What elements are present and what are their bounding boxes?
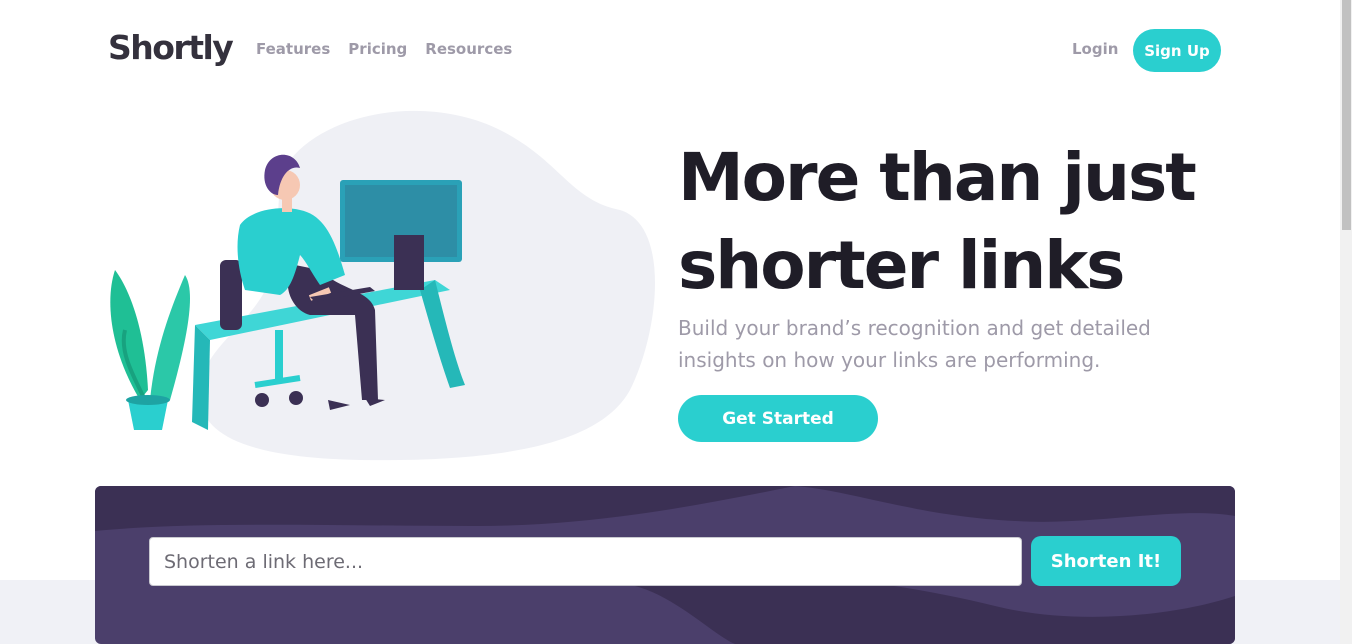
get-started-button[interactable]: Get Started <box>678 395 878 442</box>
person-working-at-desk-illustration <box>110 110 655 461</box>
hero-title: More than just shorter links <box>678 134 1278 310</box>
nav-link-pricing[interactable]: Pricing <box>348 40 407 58</box>
nav-link-features[interactable]: Features <box>256 40 330 58</box>
login-link[interactable]: Login <box>1072 40 1118 58</box>
logo[interactable]: Shortly <box>108 28 234 67</box>
hero-subtitle-line-2: insights on how your links are performin… <box>678 348 1101 372</box>
shorten-link-input[interactable] <box>149 537 1022 586</box>
shorten-form: Shorten It! <box>95 486 1235 644</box>
plant-icon <box>110 270 190 430</box>
hero-subtitle-line-1: Build your brand’s recognition and get d… <box>678 316 1151 340</box>
hero-title-line-2: shorter links <box>678 227 1125 304</box>
scrollbar-thumb[interactable] <box>1342 0 1351 230</box>
hero-title-line-1: More than just <box>678 139 1197 216</box>
signup-button[interactable]: Sign Up <box>1133 29 1221 72</box>
nav-link-resources[interactable]: Resources <box>425 40 512 58</box>
shorten-it-button[interactable]: Shorten It! <box>1031 536 1181 586</box>
main-nav: Features Pricing Resources <box>256 40 512 58</box>
hero-subtitle: Build your brand’s recognition and get d… <box>678 312 1218 376</box>
